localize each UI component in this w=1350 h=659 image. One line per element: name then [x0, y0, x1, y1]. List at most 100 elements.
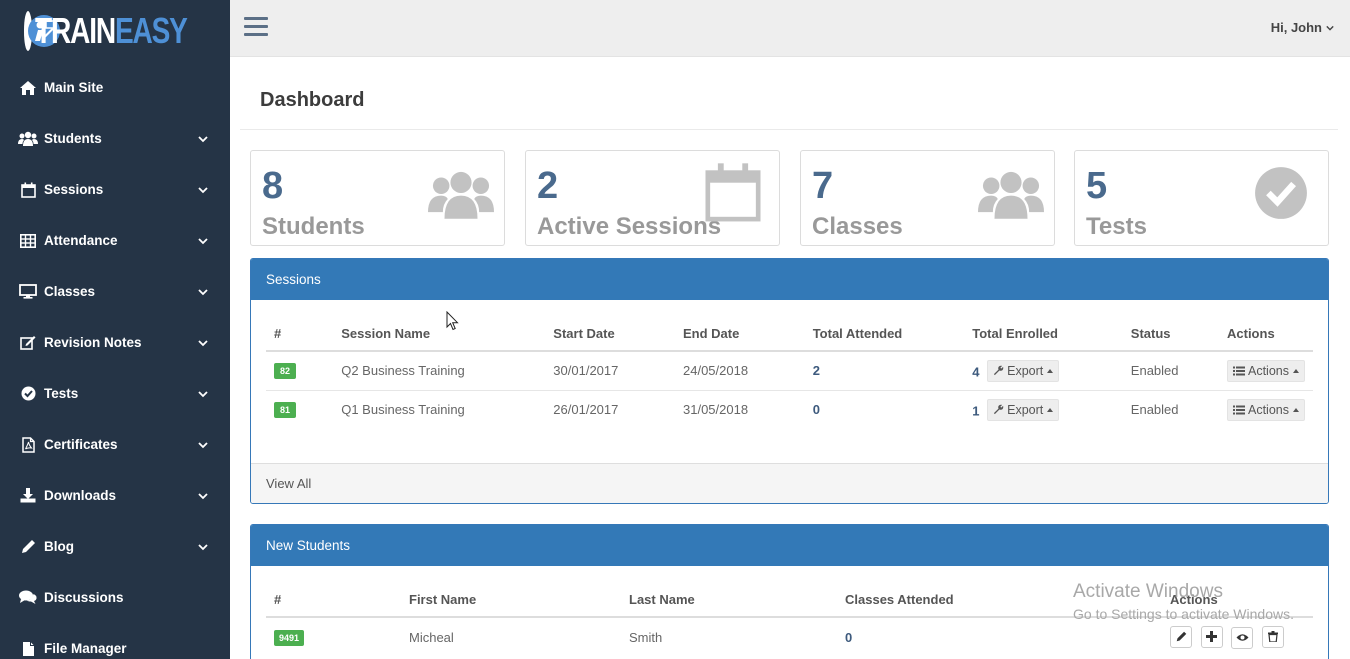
column-header[interactable]: # [266, 583, 401, 618]
home-icon [18, 79, 38, 97]
sidebar-item-main-site[interactable]: Main Site [0, 62, 230, 113]
stat-value: 5 [1086, 165, 1108, 207]
sidebar-item-tests[interactable]: Tests [0, 368, 230, 419]
sidebar-item-sessions[interactable]: Sessions [0, 164, 230, 215]
edit-icon [18, 334, 38, 352]
check-circle-icon [18, 385, 38, 403]
sidebar-item-attendance[interactable]: Attendance [0, 215, 230, 266]
chevron-down-icon [198, 186, 208, 193]
column-header[interactable]: # [266, 317, 334, 352]
users-icon [978, 171, 1044, 219]
id-badge: 81 [274, 402, 296, 419]
sidebar-item-label: Revision Notes [44, 335, 142, 350]
total-enrolled: 4 [972, 364, 980, 380]
stat-card-classes[interactable]: 7 Classes [800, 150, 1055, 246]
stat-card-students[interactable]: 8 Students [250, 150, 505, 246]
session-name: Q2 Business Training [333, 351, 546, 391]
sidebar-item-blog[interactable]: Blog [0, 521, 230, 572]
users-icon [18, 130, 38, 148]
sidebar-item-label: Discussions [44, 590, 124, 605]
stat-value: 7 [812, 165, 834, 207]
sidebar-item-label: Downloads [44, 488, 117, 503]
view-button[interactable] [1231, 626, 1254, 649]
sidebar-item-file-manager[interactable]: File Manager [0, 623, 230, 659]
column-header[interactable]: First Name [401, 583, 621, 618]
sidebar-item-downloads[interactable]: Downloads [0, 470, 230, 521]
stat-card-tests[interactable]: 5 Tests [1074, 150, 1329, 246]
column-header[interactable]: Actions [1162, 583, 1313, 618]
table-header-row: # Session Name Start Date End Date Total… [266, 317, 1313, 352]
view-all-link[interactable]: View All [251, 463, 1328, 503]
user-menu[interactable]: Hi, John [1271, 20, 1334, 35]
column-header[interactable]: Actions [1219, 317, 1313, 352]
sidebar-item-revision-notes[interactable]: Revision Notes [0, 317, 230, 368]
column-header[interactable]: Classes Attended [837, 583, 1162, 618]
last-name: Smith [629, 629, 663, 645]
new-students-table: # First Name Last Name Classes Attended … [266, 583, 1313, 656]
actions-label: Actions [1248, 363, 1289, 378]
export-label: Export [1007, 363, 1044, 378]
sidebar-item-students[interactable]: Students [0, 113, 230, 164]
export-button[interactable]: Export [987, 359, 1060, 382]
panel-title: Sessions [251, 259, 1328, 300]
user-greeting: Hi, John [1270, 20, 1322, 35]
sidebar-item-label: Certificates [44, 437, 118, 452]
stat-value: 8 [262, 165, 284, 207]
page-title: Dashboard [260, 89, 365, 111]
actions-button[interactable]: Actions [1227, 398, 1305, 421]
delete-button[interactable] [1261, 625, 1284, 648]
download-icon [18, 487, 38, 505]
pencil-icon [18, 538, 38, 556]
total-attended: 0 [812, 402, 820, 418]
chevron-down-icon [198, 237, 208, 244]
edit-button[interactable] [1170, 625, 1192, 648]
first-name: Micheal [409, 629, 454, 645]
brand-logo[interactable]: TRAINEASY [0, 0, 230, 62]
page-header: Dashboard [240, 57, 1338, 130]
sidebar-item-discussions[interactable]: Discussions [0, 572, 230, 623]
column-header[interactable]: Start Date [545, 317, 675, 352]
sidebar-item-label: Classes [44, 284, 96, 299]
wrench-icon [994, 404, 1004, 415]
table-row: 9491 Micheal Smith 0 [266, 617, 1313, 656]
column-header[interactable]: Total Attended [804, 317, 965, 352]
eye-icon [1236, 634, 1249, 641]
calendar-icon [18, 181, 38, 199]
brand-name: TRAINEASY [35, 10, 188, 51]
sessions-panel: Sessions # Session Name Start Date End D… [250, 258, 1329, 504]
sidebar-item-classes[interactable]: Classes [0, 266, 230, 317]
caret-up-icon [1047, 368, 1054, 373]
sidebar-item-label: File Manager [44, 641, 127, 656]
chevron-down-icon [198, 339, 208, 346]
sidebar: TRAINEASY Main Site Students Sessions At… [0, 0, 230, 659]
sidebar-item-label: Main Site [44, 80, 104, 95]
list-icon [1233, 405, 1245, 415]
column-header[interactable]: End Date [675, 317, 805, 352]
total-enrolled: 1 [972, 403, 980, 419]
stat-card-active-sessions[interactable]: 2 Active Sessions [525, 150, 780, 246]
column-header[interactable]: Last Name [621, 583, 837, 618]
add-button[interactable] [1200, 625, 1223, 648]
sidebar-item-certificates[interactable]: Certificates [0, 419, 230, 470]
plus-icon [1206, 631, 1218, 642]
stat-label: Tests [1086, 213, 1147, 240]
column-header[interactable]: Total Enrolled [964, 317, 1123, 352]
actions-button[interactable]: Actions [1227, 359, 1305, 382]
sessions-table: # Session Name Start Date End Date Total… [266, 317, 1313, 429]
trash-icon [1267, 631, 1278, 642]
export-button[interactable]: Export [987, 398, 1060, 421]
caret-up-icon [1293, 407, 1299, 412]
desktop-icon [18, 283, 38, 301]
chevron-down-icon [198, 390, 208, 397]
check-circle-icon [1255, 167, 1307, 219]
menu-toggle-icon[interactable] [244, 17, 268, 39]
caret-up-icon [1293, 368, 1299, 373]
column-header[interactable]: Status [1122, 317, 1219, 352]
column-header[interactable]: Session Name [333, 317, 546, 352]
mouse-cursor-icon [446, 311, 459, 331]
export-label: Export [1007, 402, 1044, 417]
table-header-row: # First Name Last Name Classes Attended … [266, 583, 1313, 618]
chevron-down-icon [198, 288, 208, 295]
panel-title: New Students [251, 525, 1328, 566]
sidebar-item-label: Sessions [44, 182, 104, 197]
